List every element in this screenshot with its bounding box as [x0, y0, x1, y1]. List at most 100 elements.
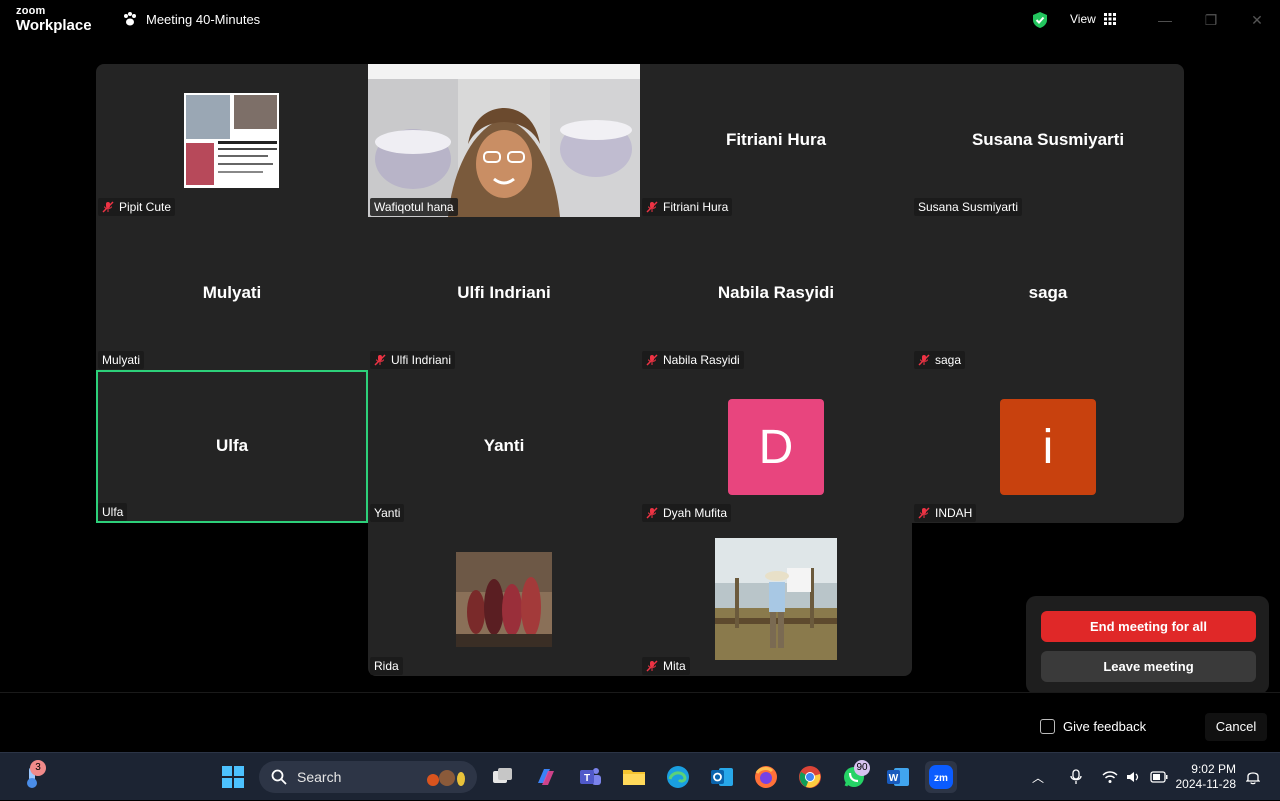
participant-tile[interactable]: Wafiqotul hana	[368, 64, 640, 217]
notification-icon[interactable]	[1246, 769, 1260, 785]
meeting-info[interactable]: Meeting 40-Minutes	[122, 11, 260, 27]
participant-tile[interactable]: Yanti Yanti	[368, 370, 640, 523]
mic-muted-icon	[374, 354, 386, 366]
paw-icon	[124, 12, 136, 26]
participant-nametag: INDAH	[914, 504, 977, 522]
participant-tile[interactable]: Rida	[368, 523, 640, 676]
participant-nametag: Rida	[370, 657, 403, 675]
participant-nametag: Mulyati	[98, 351, 145, 369]
end-meeting-popup: End meeting for all Leave meeting	[1026, 596, 1269, 694]
zoom-taskbar-icon[interactable]: zm	[925, 761, 957, 793]
participant-nametag: Dyah Mufita	[642, 504, 732, 522]
teams-icon[interactable]: T	[574, 761, 606, 793]
word-icon[interactable]: W	[882, 761, 914, 793]
feedback-label: Give feedback	[1063, 719, 1147, 734]
participant-tile[interactable]: Susana Susmiyarti Susana Susmiyarti	[912, 64, 1184, 217]
participant-name: Rida	[374, 659, 399, 673]
participant-nametag: Pipit Cute	[98, 198, 176, 216]
firefox-icon[interactable]	[750, 761, 782, 793]
participant-display-name: Yanti	[483, 436, 525, 455]
participant-tile[interactable]: Mulyati Mulyati	[96, 217, 368, 370]
participant-display-name: Ulfi Indriani	[457, 283, 551, 302]
battery-icon[interactable]	[1150, 771, 1168, 783]
svg-text:W: W	[889, 773, 899, 784]
clock-time: 9:02 PM	[1191, 762, 1236, 776]
participant-tile[interactable]: Mita	[640, 523, 912, 676]
meeting-bottom-bar: Give feedback Cancel	[0, 692, 1280, 752]
participant-name: saga	[935, 353, 962, 367]
volume-icon[interactable]	[1126, 770, 1142, 784]
participant-name: Nabila Rasyidi	[663, 353, 740, 367]
participant-name: Pipit Cute	[119, 200, 172, 214]
whatsapp-icon[interactable]: 90	[838, 760, 870, 793]
feedback-checkbox[interactable]	[1040, 719, 1055, 734]
participant-name: Mulyati	[102, 353, 141, 367]
copilot-icon[interactable]	[530, 761, 562, 793]
mic-muted-icon	[918, 354, 930, 366]
participant-display-name: Ulfa	[215, 436, 249, 455]
mic-muted-icon	[646, 201, 658, 213]
participant-name: Dyah Mufita	[663, 506, 728, 520]
view-label: View	[1070, 12, 1096, 26]
participant-nametag: Yanti	[370, 504, 405, 522]
outlook-icon[interactable]	[706, 761, 738, 793]
microphone-icon[interactable]	[1070, 769, 1082, 785]
view-button[interactable]: View	[1070, 12, 1116, 26]
taskbar-clock[interactable]: 9:02 PM 2024-11-28	[1170, 762, 1237, 792]
participant-tile[interactable]: Pipit Cute	[96, 64, 368, 217]
profile-picture	[184, 93, 279, 188]
avatar: D	[728, 399, 824, 495]
close-icon[interactable]: ✕	[1247, 10, 1267, 30]
search-placeholder: Search	[297, 769, 342, 785]
participant-tile[interactable]: Fitriani Hura Fitriani Hura	[640, 64, 912, 217]
participant-tile[interactable]: Nabila Rasyidi Nabila Rasyidi	[640, 217, 912, 370]
participant-display-name: Fitriani Hura	[725, 130, 827, 149]
taskbar-search[interactable]: Search	[259, 761, 477, 793]
mic-muted-icon	[102, 201, 114, 213]
search-icon	[271, 769, 287, 785]
thanksgiving-icon	[427, 770, 465, 786]
weather-icon[interactable]: 3	[16, 760, 48, 793]
task-view-icon[interactable]	[487, 761, 519, 793]
mic-muted-icon	[646, 507, 658, 519]
brand-bottom: Workplace	[16, 17, 92, 34]
edge-icon[interactable]	[662, 761, 694, 793]
mic-muted-icon	[646, 354, 658, 366]
windows-taskbar: 3 Search T 90 W zm ︿ 9:02 PM 2024-11-28	[0, 752, 1280, 800]
windows-start-icon[interactable]	[217, 761, 249, 793]
participant-tile[interactable]: saga saga	[912, 217, 1184, 370]
participant-name: Ulfi Indriani	[391, 353, 452, 367]
video-stage: Pipit Cute Wafiqotul hana Fitriani Hura	[0, 40, 1280, 692]
leave-meeting-button[interactable]: Leave meeting	[1041, 651, 1256, 682]
video-feed	[368, 64, 640, 217]
participant-nametag: Nabila Rasyidi	[642, 351, 744, 369]
participant-nametag: Mita	[642, 657, 690, 675]
participant-name: Yanti	[374, 506, 401, 520]
shield-check-icon[interactable]	[1031, 11, 1049, 29]
participant-tile[interactable]: D Dyah Mufita	[640, 370, 912, 523]
mic-muted-icon	[646, 660, 658, 672]
svg-text:T: T	[584, 773, 590, 784]
chrome-icon[interactable]	[794, 761, 826, 793]
participant-tile[interactable]: i INDAH	[912, 370, 1184, 523]
end-meeting-for-all-button[interactable]: End meeting for all	[1041, 611, 1256, 642]
minimize-icon[interactable]: —	[1155, 10, 1175, 30]
participant-name: Mita	[663, 659, 686, 673]
system-tray: ︿	[1030, 753, 1168, 801]
title-bar: zoom Workplace Meeting 40-Minutes View —…	[0, 0, 1280, 40]
participant-name: Fitriani Hura	[663, 200, 729, 214]
give-feedback-option[interactable]: Give feedback	[1040, 719, 1146, 734]
participant-tile[interactable]: Ulfi Indriani Ulfi Indriani	[368, 217, 640, 370]
participant-name: Wafiqotul hana	[374, 200, 454, 214]
svg-text:zm: zm	[934, 773, 948, 784]
file-explorer-icon[interactable]	[618, 761, 650, 793]
cancel-button[interactable]: Cancel	[1205, 713, 1267, 741]
participant-display-name: Mulyati	[202, 283, 262, 302]
mic-muted-icon	[918, 507, 930, 519]
profile-picture	[715, 538, 837, 660]
wifi-icon[interactable]	[1102, 770, 1118, 784]
participant-display-name: Susana Susmiyarti	[971, 130, 1125, 149]
chevron-up-icon[interactable]: ︿	[1030, 769, 1046, 786]
maximize-icon[interactable]: ❐	[1201, 10, 1221, 30]
participant-tile-active-speaker[interactable]: Ulfa Ulfa	[96, 370, 368, 523]
